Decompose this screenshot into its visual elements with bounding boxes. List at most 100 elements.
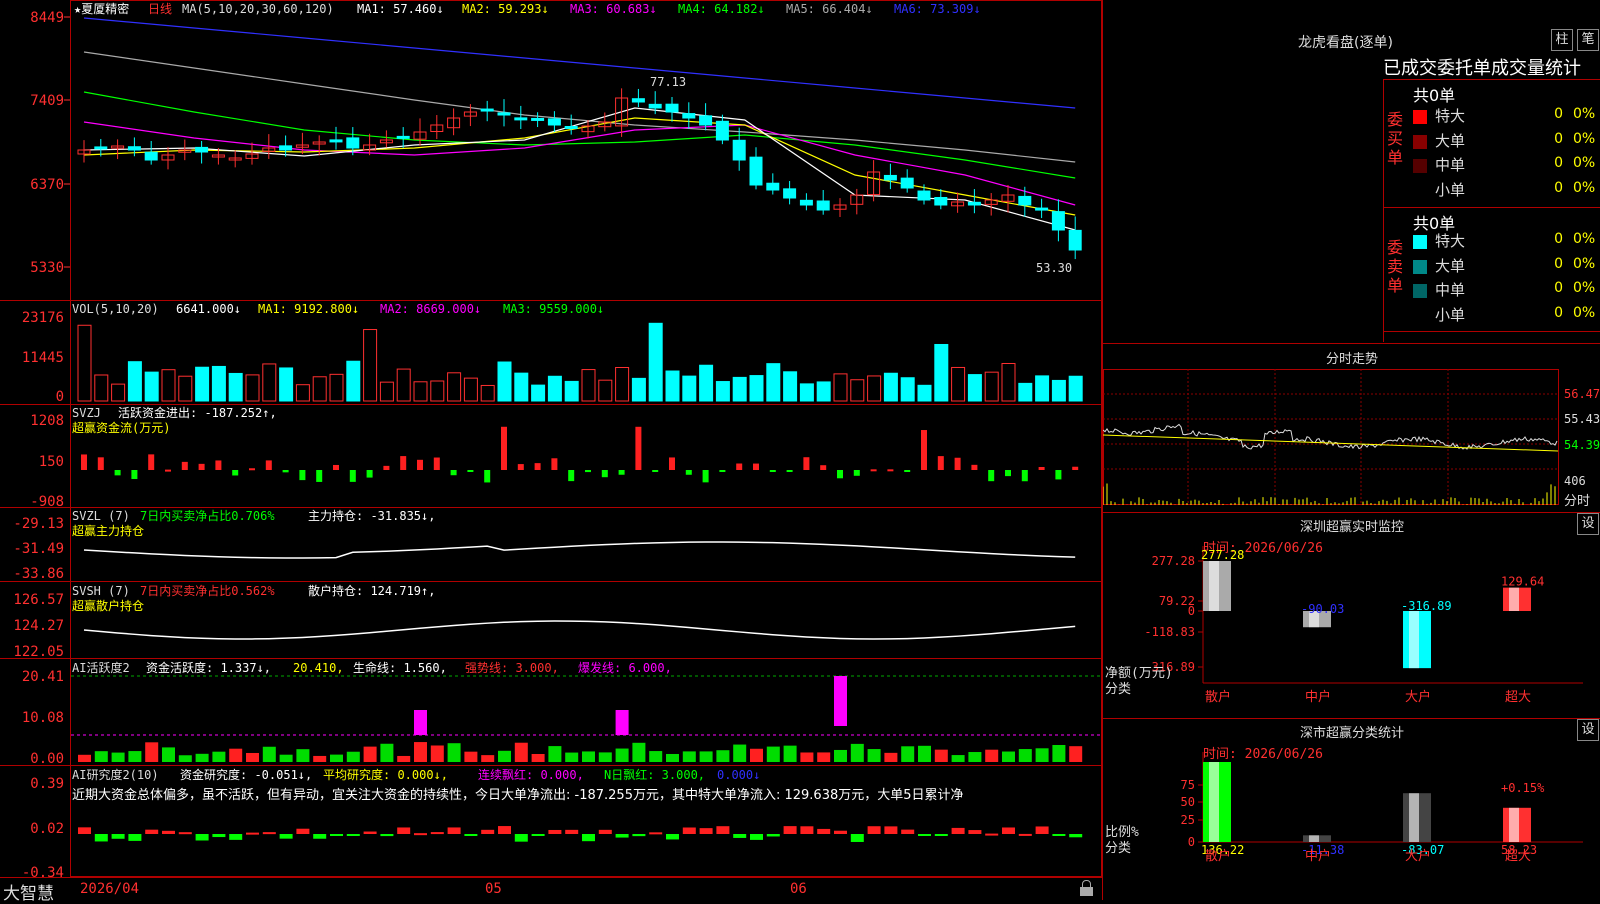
volume-bar [211, 365, 226, 402]
candle [514, 117, 528, 121]
fund-flow-bar [736, 463, 743, 470]
research-bar [397, 827, 411, 834]
fund-flow-bars [81, 426, 1079, 483]
activity-bar [296, 749, 310, 762]
research-bar [1002, 827, 1015, 834]
candle [732, 139, 746, 161]
activity-bar [481, 755, 495, 762]
color-swatch [1413, 284, 1427, 298]
fund-flow-bar [803, 457, 810, 470]
intraday-y-tick: 55.43 [1564, 412, 1600, 426]
candle [699, 115, 713, 126]
activity-bar [111, 752, 125, 762]
y-tick: 75 [1181, 778, 1195, 792]
candle [547, 118, 561, 126]
bar-view-button[interactable]: 柱 [1551, 29, 1573, 51]
tick-view-button[interactable]: 笔 [1577, 29, 1599, 51]
order-volume: 0 [1554, 304, 1563, 321]
research-bar [565, 829, 579, 834]
classify-settings-button[interactable]: 设 [1577, 719, 1599, 741]
activity-bar [330, 754, 343, 762]
order-volume: 0 [1554, 106, 1563, 122]
candle [967, 201, 981, 206]
research-bar [246, 832, 259, 835]
main-force-line [83, 541, 1076, 559]
fund-flow-bar [265, 460, 272, 470]
fund-flow-bar [181, 461, 188, 470]
candle [648, 103, 662, 109]
fund-flow-bar [114, 470, 121, 476]
research-bar [94, 834, 108, 842]
axis-label: 净额(万元) [1105, 666, 1173, 681]
color-swatch [1413, 259, 1427, 274]
y-tick: 126.57 [13, 592, 64, 608]
fund-flow-bar [971, 464, 978, 470]
research-bar [178, 832, 192, 835]
y-tick: 23176 [22, 310, 64, 326]
research-bars [78, 826, 1083, 842]
volume-bar [766, 363, 781, 402]
fund-flow-bar [601, 470, 608, 478]
volume-bar [161, 369, 176, 402]
activity-bars [78, 676, 1083, 762]
research-bar [330, 834, 343, 836]
monitor-settings-button[interactable]: 设 [1577, 513, 1599, 535]
research-bar [414, 833, 427, 836]
volume-bar [631, 377, 646, 402]
fund-flow-bar [786, 470, 793, 472]
order-size-label: 小单 [1435, 180, 1466, 199]
ma1-line [83, 107, 1076, 231]
x-axis-label: 06 [790, 881, 807, 897]
y-tick: 7409 [30, 93, 64, 109]
order-percent: 0% [1573, 155, 1596, 171]
classify-header: 深市超赢分类统计 [1103, 718, 1600, 742]
research-bar [649, 832, 663, 835]
volume-bar [934, 343, 949, 402]
volume-bar [598, 379, 613, 402]
research-bar [296, 828, 310, 834]
candle [94, 146, 108, 150]
candlesticks[interactable] [77, 88, 1082, 260]
color-swatch [1413, 159, 1427, 173]
candle [346, 137, 360, 149]
research-bar [850, 834, 864, 842]
retail-line [83, 620, 1076, 640]
activity-bar [195, 753, 209, 762]
candle [934, 196, 948, 206]
activity-bar [464, 751, 478, 762]
ma4-value: MA4: 64.182↓ [678, 2, 765, 16]
monitor-header: 深圳超赢实时监控 [1103, 512, 1600, 536]
research-bar [548, 829, 562, 834]
volume-bar [665, 370, 680, 402]
color-swatch [1413, 235, 1427, 249]
period-label[interactable]: 日线 [148, 2, 172, 16]
fund-flow-bar [921, 430, 927, 470]
volume-bar [346, 360, 361, 402]
axis-label: 比例% [1105, 825, 1139, 840]
volume-bar [228, 372, 243, 402]
intraday-chart[interactable] [1103, 369, 1600, 511]
volume-bar [547, 375, 562, 402]
fund-flow-bar [568, 470, 575, 482]
svsh-desc1: 7日内买卖净占比0.562% [140, 583, 275, 598]
fund-flow-bar [165, 469, 171, 472]
y-tick: 0 [1188, 835, 1195, 849]
ai-active-t1: 资金活跃度: 1.337↓, [146, 660, 271, 675]
activity-bar [548, 746, 562, 762]
order-percent: 0% [1573, 255, 1596, 272]
ai-active-t3: 生命线: 1.560, [353, 660, 447, 675]
research-bar [817, 828, 831, 834]
y-tick: -33.86 [13, 566, 64, 582]
volume-bar [144, 371, 159, 402]
intraday-y-tick: 56.47 [1564, 387, 1600, 401]
activity-bar [514, 742, 528, 762]
research-bar [1035, 826, 1049, 834]
volume-bar [312, 376, 327, 402]
burst-bar [834, 676, 847, 726]
stock-chart-area[interactable]: ★夏厦精密 日线 MA(5,10,20,30,60,120) MA1: 57.4… [0, 0, 1102, 877]
candle [279, 145, 293, 151]
ai-active-t4: 强势线: 3.000, [465, 661, 559, 675]
volume-bar [749, 375, 764, 402]
y-tick: 25 [1181, 813, 1195, 827]
research-bar [447, 827, 461, 834]
